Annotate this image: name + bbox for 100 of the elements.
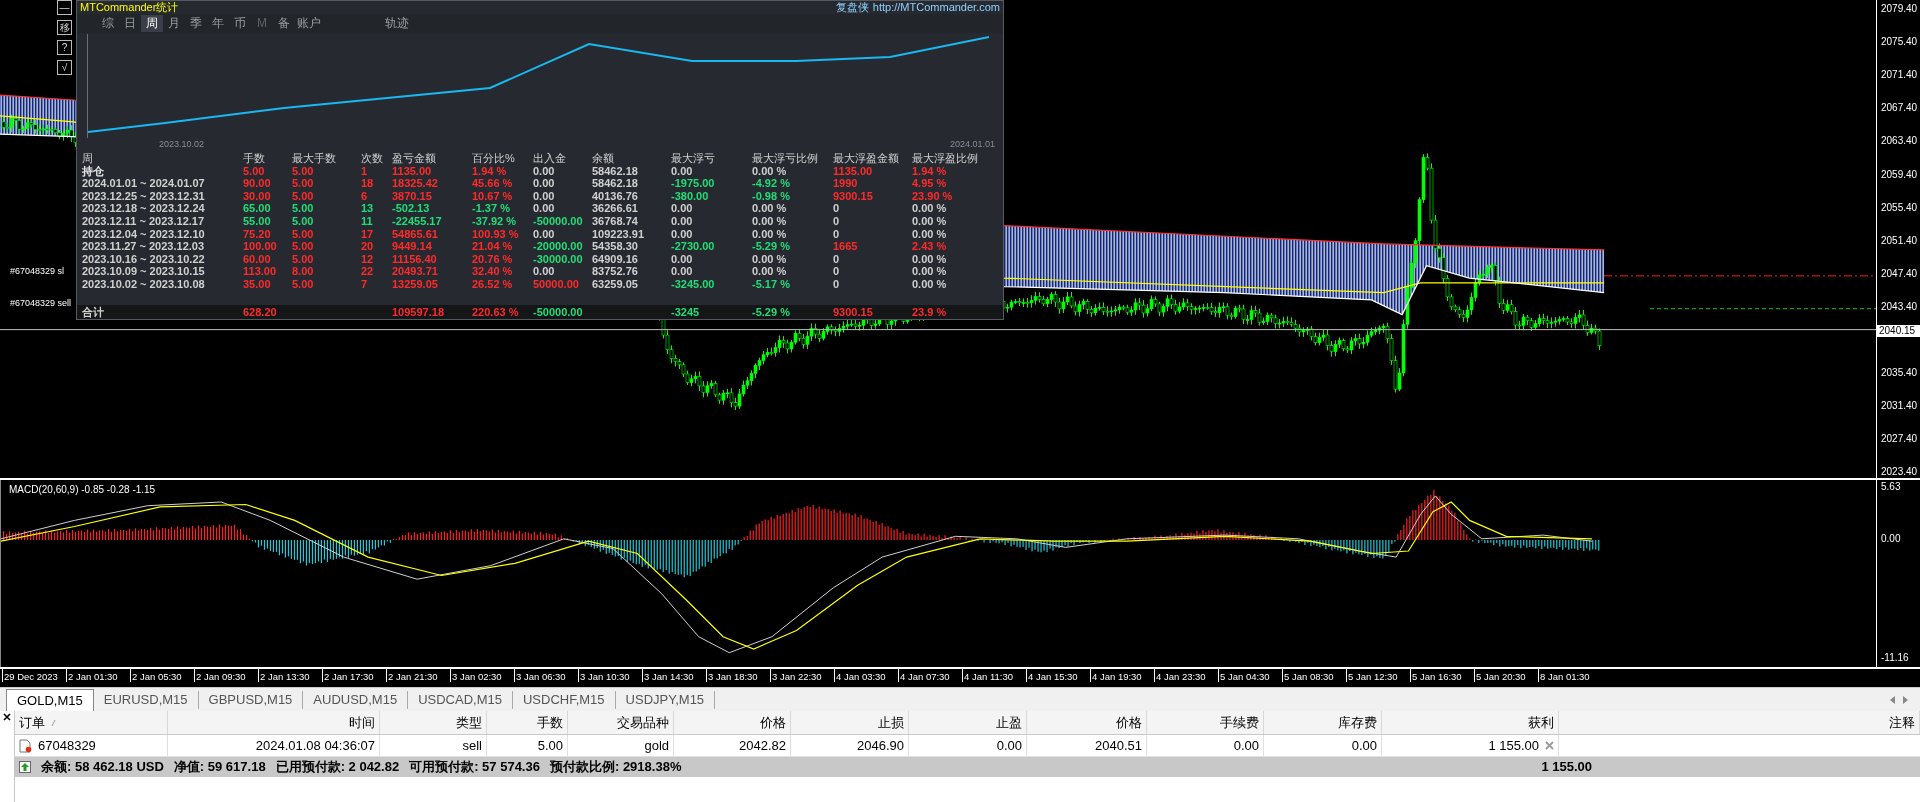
period-tab[interactable]: 周 (141, 15, 163, 32)
table-cell-text: 0.00 % (912, 277, 948, 291)
header-label: 获利 (1528, 713, 1554, 732)
header-label: 价格 (760, 713, 786, 732)
table-cell-text: 0.00 (1351, 736, 1377, 755)
symbol-tab[interactable]: GOLD,M15 (6, 689, 94, 711)
table-cell-text: 23.90 % (912, 189, 954, 203)
account-summary: 已用预付款: 2 042.82 (275, 758, 400, 777)
table-cell-text: 0 (833, 252, 841, 266)
table-cell-text: 2023.11.27 ~ 2023.12.03 (82, 240, 206, 253)
scroll-right-icon[interactable] (1903, 695, 1908, 704)
column-header: 盈亏金额 (392, 152, 437, 165)
table-cell-text: 5.00 (292, 252, 315, 266)
period-tab[interactable]: 日 (119, 15, 141, 32)
table-cell-text: 54358.30 (592, 240, 639, 253)
column-header[interactable]: 价格 (1027, 711, 1147, 734)
table-cell-text: 5.00 (292, 164, 315, 178)
symbol-tab[interactable]: EURUSD,M15 (93, 691, 199, 709)
table-cell-text: -5.29 % (752, 305, 791, 319)
website-link[interactable]: http://MTCommander.com (872, 1, 1000, 14)
column-header[interactable]: 手数 (487, 711, 568, 734)
column-header[interactable]: 注释 (1559, 711, 1920, 734)
time-label: 2 Jan 21:30 (386, 669, 450, 682)
table-cell-text: 0.00 (671, 252, 694, 266)
table-cell-text: 63259.05 (592, 277, 639, 291)
table-cell-text: 1135.00 (392, 164, 433, 178)
period-tab[interactable]: 月 (163, 15, 185, 32)
table-cell-text: -0.98 % (752, 189, 791, 203)
scroll-left-icon[interactable] (1890, 695, 1895, 704)
column-header: 最大浮亏 (671, 152, 716, 165)
header-label: 手数 (537, 713, 563, 732)
table-cell-text: -3245 (671, 305, 701, 319)
column-header[interactable]: 手续费 (1147, 711, 1264, 734)
time-label: 8 Jan 01:30 (1538, 669, 1602, 682)
table-cell-text: 1665 (833, 240, 859, 253)
time-label: 3 Jan 10:30 (578, 669, 642, 682)
column-header[interactable]: 类型 (380, 711, 487, 734)
symbol-tab[interactable]: GBPUSD,M15 (198, 691, 304, 709)
table-cell-text: 0.00 % (752, 164, 788, 178)
table-cell-text: 9449.14 (392, 240, 433, 253)
column-header[interactable]: 止损 (791, 711, 909, 734)
table-cell-text: 2.43 % (912, 240, 948, 253)
symbol-tab[interactable]: USDJPY,M15 (615, 691, 716, 709)
table-cell-text: 0.00 % (752, 202, 788, 215)
symbol-tab[interactable]: USDCHF,M15 (512, 691, 616, 709)
period-tab[interactable]: 账户 (295, 15, 323, 32)
period-tab[interactable]: 备 (273, 15, 295, 32)
table-cell-text: 5.00 (243, 164, 266, 178)
tool-button[interactable]: — (57, 0, 72, 15)
column-header[interactable]: 价格 (674, 711, 791, 734)
header-label: 手续费 (1220, 713, 1259, 732)
table-cell-text: 30.00 (243, 189, 272, 203)
order-line-label: #67048329 sell (10, 297, 72, 310)
close-icon[interactable] (3, 713, 11, 721)
period-tab[interactable]: 年 (207, 15, 229, 32)
table-cell-text: -20000.00 (533, 240, 584, 253)
axis-label: 2023.10.02 (159, 138, 205, 151)
table-cell-text: 5.00 (292, 214, 315, 228)
column-header: 手数 (243, 152, 266, 165)
column-header[interactable]: 获利 (1382, 711, 1559, 734)
header-label: 库存费 (1338, 713, 1377, 732)
time-label: 4 Jan 11:30 (962, 669, 1026, 682)
period-tab[interactable]: 季 (185, 15, 207, 32)
column-header[interactable]: 止盈 (909, 711, 1027, 734)
axis-label: 2024.01.01 (949, 138, 995, 151)
table-cell-text: 13 (361, 202, 375, 215)
period-tab[interactable]: 币 (229, 15, 251, 32)
table-cell-text: 18325.42 (392, 177, 439, 190)
column-header[interactable]: 订单 (15, 711, 168, 734)
table-cell-text: -5.17 % (752, 277, 791, 291)
table-cell-text: 13259.05 (392, 277, 439, 291)
table-cell-text: 2023.12.18 ~ 2023.12.24 (82, 202, 206, 215)
period-tab[interactable]: 综 (97, 15, 119, 32)
table-cell-text: 0.00 (533, 227, 556, 241)
table-cell-text: 0 (833, 227, 841, 241)
column-header[interactable]: 库存费 (1264, 711, 1382, 734)
symbol-tab[interactable]: AUDUSD,M15 (303, 691, 409, 709)
track-tab[interactable]: 轨迹 (383, 15, 411, 32)
table-cell-text: -1975.00 (671, 177, 716, 190)
price-label: 2059.40 (1881, 168, 1918, 181)
column-header[interactable]: 交易品种 (568, 711, 674, 734)
column-header[interactable]: 时间 (168, 711, 380, 734)
order-line-label: #67048329 sl (10, 265, 65, 278)
table-cell-text: 0.00 (671, 265, 694, 278)
tool-button[interactable]: 移 (57, 20, 72, 35)
table-cell-text: 1135.00 (833, 164, 874, 178)
table-cell-text: 35.00 (243, 277, 272, 291)
time-label: 4 Jan 15:30 (1026, 669, 1090, 682)
time-label: 5 Jan 08:30 (1282, 669, 1346, 682)
table-cell-text: 17 (361, 227, 375, 241)
price-label: 2071.40 (1881, 69, 1918, 82)
author-label: 复盘侠 (835, 1, 869, 14)
time-label: 4 Jan 07:30 (898, 669, 962, 682)
table-cell-text: 12 (361, 252, 375, 266)
symbol-tab[interactable]: USDCAD,M15 (408, 691, 513, 709)
table-cell-text: -3245.00 (671, 277, 716, 291)
table-cell-text: 0.00 % (752, 252, 788, 266)
tool-button[interactable]: ? (57, 40, 72, 55)
tool-button[interactable]: √ (57, 60, 72, 75)
table-cell-text: 1 155.00 (1488, 736, 1539, 755)
